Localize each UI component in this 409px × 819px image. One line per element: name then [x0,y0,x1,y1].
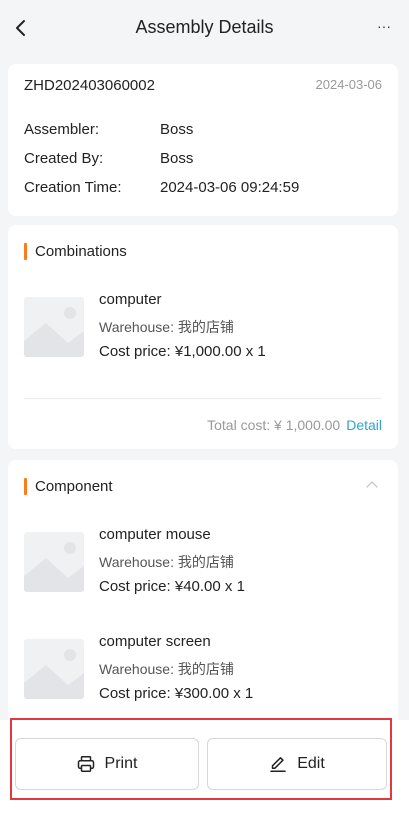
assembly-info-card: ZHD202403060002 2024-03-06 Assembler: Bos… [8,64,398,216]
page-title: Assembly Details [135,17,274,37]
item-warehouse: Warehouse: 我的店铺 [99,319,234,335]
printer-icon [77,756,94,772]
info-row-creation-time: Creation Time: 2024-03-06 09:24:59 [24,179,299,196]
info-label: Created By: [24,150,104,167]
info-value: Boss [160,121,194,138]
info-value: 2024-03-06 09:24:59 [160,179,300,196]
list-item[interactable]: computer screen Warehouse: 我的店铺 Cost pri… [24,633,384,713]
combinations-header: Combinations [24,241,127,261]
print-button[interactable]: Print [15,738,199,790]
item-name: computer screen [99,633,211,650]
item-name: computer mouse [99,526,211,543]
print-button-label: Print [104,755,138,772]
info-label: Assembler: [24,121,100,138]
info-label: Creation Time: [24,179,122,196]
divider [24,398,382,399]
nav-bar: Assembly Details ··· [0,0,409,56]
total-cost-label: Total cost: ¥ 1,000.00 [207,417,341,433]
image-placeholder-icon [24,639,84,699]
item-name: computer [99,291,162,308]
component-card: Component computer mouse Warehouse: 我的店铺… [8,460,398,760]
info-row-assembler: Assembler: Boss [24,121,193,138]
more-icon[interactable]: ··· [377,18,391,34]
item-warehouse: Warehouse: 我的店铺 [99,661,234,677]
list-item[interactable]: computer mouse Warehouse: 我的店铺 Cost pric… [24,526,384,606]
chevron-up-icon[interactable] [366,480,378,488]
item-cost: Cost price: ¥1,000.00 x 1 [99,343,266,360]
pencil-icon [270,757,286,772]
section-title: Component [35,477,113,495]
section-title: Combinations [35,242,127,260]
info-value: Boss [160,150,194,167]
list-item[interactable]: computer Warehouse: 我的店铺 Cost price: ¥1,… [24,291,384,371]
item-cost: Cost price: ¥40.00 x 1 [99,578,245,595]
section-accent-bar [24,242,27,260]
item-cost: Cost price: ¥300.00 x 1 [99,685,254,702]
total-cost: Total cost: ¥ 1,000.00 Detail [207,417,382,433]
order-date: 2024-03-06 [315,77,383,92]
image-placeholder-icon [24,532,84,592]
detail-link[interactable]: Detail [346,417,382,433]
image-placeholder-icon [24,297,84,357]
section-accent-bar [24,477,27,495]
edit-button[interactable]: Edit [207,738,387,790]
order-number: ZHD202403060002 [24,77,155,94]
item-warehouse: Warehouse: 我的店铺 [99,554,234,570]
info-row-created-by: Created By: Boss [24,150,193,167]
edit-button-label: Edit [297,755,325,772]
component-header[interactable]: Component [24,476,113,496]
combinations-card: Combinations computer Warehouse: 我的店铺 Co… [8,225,398,449]
